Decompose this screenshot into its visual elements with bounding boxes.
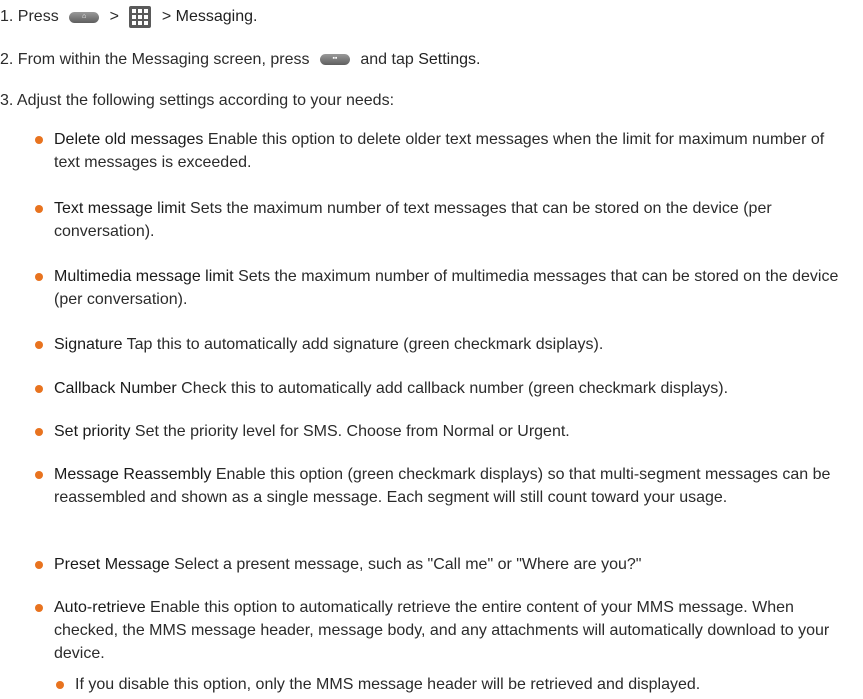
step-3-text: 3. Adjust the following settings accordi… bbox=[0, 92, 395, 109]
setting-term: Delete old messages bbox=[54, 131, 204, 148]
bullet-icon bbox=[35, 205, 43, 213]
setting-desc: Select a present message, such as "Call … bbox=[174, 556, 642, 573]
setting-preset-message: Preset Message Select a present message,… bbox=[35, 553, 850, 576]
step-2-mid: and tap bbox=[360, 51, 414, 68]
setting-callback-number: Callback Number Check this to automatica… bbox=[35, 377, 850, 400]
manual-page: 1. Press ⌂ > > Messaging. 2. From within… bbox=[0, 0, 863, 699]
setting-text-message-limit: Text message limit Sets the maximum numb… bbox=[35, 197, 850, 243]
step-1-sep-1: > bbox=[109, 8, 119, 26]
setting-term: Message Reassembly bbox=[54, 466, 212, 483]
step-3: 3. Adjust the following settings accordi… bbox=[0, 90, 394, 112]
setting-set-priority: Set priority Set the priority level for … bbox=[35, 420, 850, 443]
setting-term: Auto-retrieve bbox=[54, 599, 146, 616]
setting-desc: Tap this to automatically add signature … bbox=[126, 336, 604, 353]
step-2-text: 2. From within the Messaging screen, pre… bbox=[0, 51, 310, 68]
setting-desc: Set the priority level for SMS. Choose f… bbox=[134, 423, 570, 440]
setting-auto-retrieve: Auto-retrieve Enable this option to auto… bbox=[35, 596, 850, 665]
setting-term: Multimedia message limit bbox=[54, 268, 234, 285]
step-2: 2. From within the Messaging screen, pre… bbox=[0, 49, 480, 71]
bullet-icon bbox=[35, 273, 43, 281]
menu-key-icon: ▪▪ bbox=[319, 54, 350, 66]
bullet-icon bbox=[35, 136, 43, 144]
step-2-target: Settings. bbox=[418, 51, 481, 68]
setting-desc: Check this to automatically add callback… bbox=[181, 380, 729, 397]
step-1-text: 1. Press bbox=[0, 8, 59, 26]
bullet-icon bbox=[56, 681, 64, 689]
sub-bullet-text: If you disable this option, only the MMS… bbox=[75, 676, 701, 693]
setting-term: Signature bbox=[54, 336, 123, 353]
apps-grid-icon bbox=[129, 6, 152, 28]
step-1-sep-2: > bbox=[161, 8, 172, 26]
step-1: 1. Press ⌂ > > Messaging. bbox=[0, 6, 257, 28]
setting-term: Callback Number bbox=[54, 380, 177, 397]
auto-retrieve-sub-bullet: If you disable this option, only the MMS… bbox=[56, 673, 856, 696]
home-key-icon: ⌂ bbox=[69, 11, 100, 23]
setting-term: Preset Message bbox=[54, 556, 170, 573]
step-1-target: Messaging. bbox=[175, 8, 258, 26]
setting-signature: Signature Tap this to automatically add … bbox=[35, 333, 850, 356]
setting-multimedia-message-limit: Multimedia message limit Sets the maximu… bbox=[35, 265, 850, 311]
setting-delete-old-messages: Delete old messages Enable this option t… bbox=[35, 128, 850, 174]
setting-term: Text message limit bbox=[54, 200, 186, 217]
setting-desc: Enable this option to automatically retr… bbox=[54, 599, 830, 662]
bullet-icon bbox=[35, 385, 43, 393]
bullet-icon bbox=[35, 471, 43, 479]
setting-term: Set priority bbox=[54, 423, 131, 440]
bullet-icon bbox=[35, 604, 43, 612]
bullet-icon bbox=[35, 428, 43, 436]
bullet-icon bbox=[35, 561, 43, 569]
setting-message-reassembly: Message Reassembly Enable this option (g… bbox=[35, 463, 850, 509]
bullet-icon bbox=[35, 341, 43, 349]
